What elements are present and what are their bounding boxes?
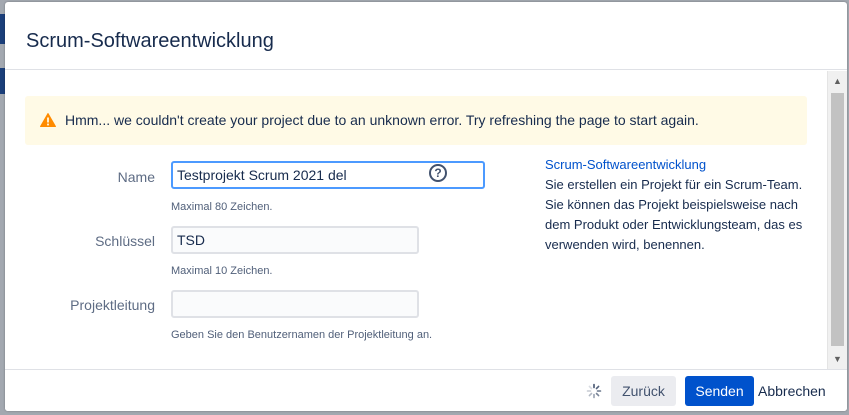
name-label: Name: [117, 169, 155, 185]
send-button[interactable]: Senden: [685, 376, 754, 406]
project-key-input[interactable]: [171, 226, 419, 254]
scroll-up-arrow-icon[interactable]: ▲: [828, 73, 847, 89]
dialog-body: Hmm... we couldn't create your project d…: [5, 71, 827, 369]
name-hint: Maximal 80 Zeichen.: [171, 201, 273, 213]
key-label: Schlüssel: [95, 233, 155, 249]
scroll-down-arrow-icon[interactable]: ▼: [828, 351, 847, 367]
dialog-header: Scrum-Softwareentwicklung: [5, 2, 847, 70]
error-message-banner: Hmm... we couldn't create your project d…: [25, 96, 807, 145]
project-lead-label: Projektleitung: [70, 297, 155, 313]
key-hint: Maximal 10 Zeichen.: [171, 265, 273, 277]
template-description-text: Sie erstellen ein Projekt für ein Scrum-…: [545, 177, 803, 252]
create-project-dialog: Scrum-Softwareentwicklung Hmm... we coul…: [5, 2, 847, 411]
warning-icon: [40, 113, 56, 127]
back-button[interactable]: Zurück: [611, 376, 676, 406]
template-description: Scrum-Softwareentwicklung Sie erstellen …: [545, 156, 815, 255]
dialog-title: Scrum-Softwareentwicklung: [26, 30, 274, 52]
project-lead-hint: Geben Sie den Benutzernamen der Projektl…: [171, 329, 433, 341]
loading-spinner-icon: [586, 383, 602, 399]
dialog-footer: Zurück Senden Abbrechen: [5, 369, 847, 411]
project-lead-input[interactable]: [171, 290, 419, 318]
help-icon[interactable]: ?: [429, 164, 447, 182]
scrollbar-thumb[interactable]: [831, 93, 844, 346]
error-message-text: Hmm... we couldn't create your project d…: [65, 112, 699, 128]
dialog-scrollbar[interactable]: ▲ ▼: [827, 71, 847, 369]
cancel-button[interactable]: Abbrechen: [758, 376, 838, 406]
template-title-link[interactable]: Scrum-Softwareentwicklung: [545, 156, 815, 174]
